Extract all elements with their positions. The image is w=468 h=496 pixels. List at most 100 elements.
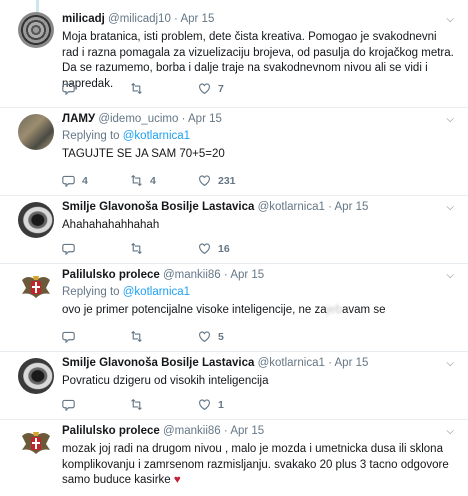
- separator-dot: ·: [174, 13, 178, 25]
- user-handle[interactable]: @mankii86: [163, 425, 221, 437]
- blurred-word: jeb: [326, 304, 343, 316]
- caret-down-icon[interactable]: ⌵: [446, 358, 454, 369]
- tweet-text-part: avam se: [342, 304, 386, 316]
- display-name[interactable]: milicadj: [62, 13, 105, 25]
- tweet-text: TAGUJTE SE JA SAM 70+5=20: [62, 148, 225, 160]
- coat-of-arms-icon: [22, 276, 50, 298]
- tweet-header: ЛАМУ @idemo_ucimo · Apr 15: [62, 112, 456, 127]
- reply-icon: [62, 331, 75, 343]
- display-name[interactable]: Smilje Glavonoša Bosilje Lastavica: [62, 357, 254, 369]
- like-button[interactable]: 231: [198, 174, 266, 187]
- avatar-milicadj[interactable]: [18, 12, 54, 48]
- caret-down-icon[interactable]: ⌵: [446, 270, 454, 281]
- user-handle[interactable]: @kotlarnica1: [258, 357, 325, 369]
- timestamp[interactable]: Apr 15: [188, 113, 222, 125]
- reply-button[interactable]: [62, 242, 130, 255]
- like-count: 1: [218, 398, 224, 411]
- mention-link[interactable]: @kotlarnica1: [123, 130, 190, 142]
- retweet-button[interactable]: [130, 82, 198, 95]
- replying-label: Replying to: [62, 286, 120, 298]
- like-icon: [199, 175, 210, 187]
- avatar-smilje[interactable]: [18, 358, 54, 394]
- like-button[interactable]: 1: [198, 398, 266, 411]
- display-name[interactable]: Smilje Glavonoša Bosilje Lastavica: [62, 201, 254, 213]
- reply-icon: [62, 175, 75, 187]
- caret-down-icon[interactable]: ⌵: [446, 426, 454, 437]
- replying-label: Replying to: [62, 130, 120, 142]
- reply-button[interactable]: 4: [62, 174, 130, 187]
- separator-dot: ·: [328, 357, 332, 369]
- retweet-icon: [131, 330, 142, 343]
- tweet-header: milicadj @milicadj10 · Apr 15: [62, 12, 456, 27]
- like-button[interactable]: 7: [198, 82, 266, 95]
- avatar-palilulsko[interactable]: [18, 426, 54, 462]
- tweet-text: Ahahahahahhahah: [62, 219, 160, 231]
- tweet-header: Smilje Glavonoša Bosilje Lastavica @kotl…: [62, 356, 456, 371]
- like-icon: [199, 399, 210, 411]
- timestamp[interactable]: Apr 15: [335, 201, 369, 213]
- retweet-button[interactable]: [130, 398, 198, 411]
- like-count: 7: [218, 82, 224, 95]
- like-count: 16: [218, 242, 230, 255]
- tweet-4[interactable]: Palilulsko prolece @mankii86 · Apr 15 Re…: [0, 264, 468, 352]
- like-count: 231: [218, 174, 236, 187]
- replying-to: Replying to @kotlarnica1: [62, 285, 456, 300]
- caret-down-icon[interactable]: ⌵: [446, 202, 454, 213]
- like-button[interactable]: 16: [198, 242, 266, 255]
- mention-link[interactable]: @kotlarnica1: [123, 286, 190, 298]
- heart-emoji: ♥: [173, 474, 181, 486]
- retweet-button[interactable]: [130, 242, 198, 255]
- tweet-text-part: mozak joj radi na drugom nivou , malo je…: [62, 443, 449, 486]
- like-icon: [199, 83, 210, 95]
- tweet-text: ovo je primer potencijalne visoke inteli…: [62, 303, 456, 319]
- user-handle[interactable]: @idemo_ucimo: [98, 113, 178, 125]
- separator-dot: ·: [328, 201, 332, 213]
- like-count: 5: [218, 330, 224, 343]
- reply-count: 4: [82, 174, 88, 187]
- reply-icon: [62, 399, 75, 411]
- timestamp[interactable]: Apr 15: [230, 269, 264, 281]
- reply-button[interactable]: [62, 82, 130, 95]
- user-handle[interactable]: @milicadj10: [108, 13, 171, 25]
- timestamp[interactable]: Apr 15: [180, 13, 214, 25]
- tweet-2[interactable]: ЛАМУ @idemo_ucimo · Apr 15 Replying to @…: [0, 108, 468, 196]
- retweet-count: 4: [150, 174, 156, 187]
- retweet-button[interactable]: 4: [130, 174, 198, 187]
- like-button[interactable]: 5: [198, 330, 266, 343]
- tweet-header: Smilje Glavonoša Bosilje Lastavica @kotl…: [62, 200, 456, 215]
- like-icon: [199, 331, 210, 343]
- retweet-icon: [131, 242, 142, 255]
- caret-down-icon[interactable]: ⌵: [446, 114, 454, 125]
- tweet-6[interactable]: Palilulsko prolece @mankii86 · Apr 15 mo…: [0, 420, 468, 496]
- retweet-icon: [131, 82, 142, 95]
- tweet-text: mozak joj radi na drugom nivou , malo je…: [62, 442, 456, 489]
- reply-icon: [62, 243, 75, 255]
- retweet-icon: [131, 174, 142, 187]
- reply-button[interactable]: [62, 398, 130, 411]
- tweet-text: Povraticu dzigeru od visokih inteligenci…: [62, 375, 269, 387]
- user-handle[interactable]: @kotlarnica1: [258, 201, 325, 213]
- tweet-header: Palilulsko prolece @mankii86 · Apr 15: [62, 268, 456, 283]
- timestamp[interactable]: Apr 15: [230, 425, 264, 437]
- reply-icon: [62, 83, 75, 95]
- retweet-button[interactable]: [130, 330, 198, 343]
- timestamp[interactable]: Apr 15: [335, 357, 369, 369]
- tweet-5[interactable]: Smilje Glavonoša Bosilje Lastavica @kotl…: [0, 352, 468, 420]
- tweet-1[interactable]: milicadj @milicadj10 · Apr 15 Moja brata…: [0, 0, 468, 108]
- tweet-3[interactable]: Smilje Glavonoša Bosilje Lastavica @kotl…: [0, 196, 468, 264]
- avatar-lamu[interactable]: [18, 114, 54, 150]
- tweet-text-part: ovo je primer potencijalne visoke inteli…: [62, 304, 327, 316]
- display-name[interactable]: ЛАМУ: [62, 113, 95, 125]
- replying-to: Replying to @kotlarnica1: [62, 129, 456, 144]
- avatar-palilulsko[interactable]: [18, 270, 54, 306]
- display-name[interactable]: Palilulsko prolece: [62, 269, 160, 281]
- display-name[interactable]: Palilulsko prolece: [62, 425, 160, 437]
- separator-dot: ·: [223, 425, 228, 437]
- tweet-header: Palilulsko prolece @mankii86 · Apr 15: [62, 424, 456, 439]
- avatar-smilje[interactable]: [18, 202, 54, 238]
- reply-button[interactable]: [62, 330, 130, 343]
- caret-down-icon[interactable]: ⌵: [446, 14, 454, 25]
- coat-of-arms-icon: [22, 432, 50, 454]
- user-handle[interactable]: @mankii86: [163, 269, 221, 281]
- separator-dot: ·: [223, 269, 228, 281]
